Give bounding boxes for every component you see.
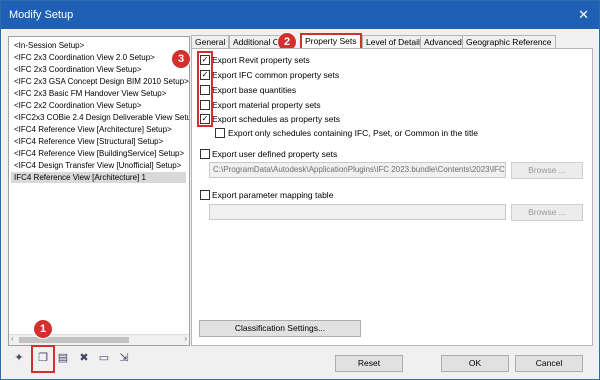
export-revit-checkbox[interactable]: ✓ bbox=[200, 55, 210, 65]
window-title: Modify Setup bbox=[9, 9, 74, 21]
setup-item[interactable]: <In-Session Setup> bbox=[11, 40, 84, 51]
setup-item[interactable]: <IFC4 Reference View [Architecture] Setu… bbox=[11, 124, 172, 135]
export-ifc-common-checkbox[interactable]: ✓ bbox=[200, 70, 210, 80]
setup-item[interactable]: <IFC4 Reference View [Structural] Setup> bbox=[11, 136, 163, 147]
export-mapping-label: Export parameter mapping table bbox=[212, 190, 334, 200]
setup-item[interactable]: <IFC4 Design Transfer View [Unofficial] … bbox=[11, 160, 181, 171]
user-defined-path-field[interactable]: C:\ProgramData\Autodesk\ApplicationPlugi… bbox=[209, 162, 506, 178]
setup-item[interactable]: <IFC 2x3 GSA Concept Design BIM 2010 Set… bbox=[11, 76, 189, 87]
export-base-quantities-checkbox[interactable] bbox=[200, 85, 210, 95]
setup-list[interactable]: <In-Session Setup> <IFC 2x3 Coordination… bbox=[8, 36, 190, 346]
tab-general[interactable]: General bbox=[191, 35, 230, 49]
cancel-button[interactable]: Cancel bbox=[515, 355, 583, 372]
rename-setup-icon[interactable]: ▤ bbox=[57, 352, 69, 364]
duplicate-setup-icon[interactable]: ❐ bbox=[37, 352, 49, 364]
export-material-checkbox[interactable] bbox=[200, 100, 210, 110]
setup-item[interactable]: <IFC 2x3 Coordination View Setup> bbox=[11, 64, 141, 75]
setup-item[interactable]: <IFC 2x3 Coordination View 2.0 Setup> bbox=[11, 52, 155, 63]
mapping-path-field[interactable] bbox=[209, 204, 506, 220]
tab-level-of-detail[interactable]: Level of Detail bbox=[362, 35, 424, 49]
export-revit-label: Export Revit property sets bbox=[212, 55, 310, 65]
export-schedules-checkbox[interactable]: ✓ bbox=[200, 114, 210, 124]
export-base-quantities-label: Export base quantities bbox=[212, 85, 297, 95]
export-schedules-label: Export schedules as property sets bbox=[212, 114, 341, 124]
scrollbar-thumb[interactable] bbox=[19, 337, 129, 343]
new-setup-icon[interactable]: ✦ bbox=[13, 352, 25, 364]
ok-button[interactable]: OK bbox=[441, 355, 509, 372]
setup-item[interactable]: <IFC2x3 COBie 2.4 Design Deliverable Vie… bbox=[11, 112, 189, 123]
export-only-schedules-label: Export only schedules containing IFC, Ps… bbox=[228, 128, 478, 138]
tab-advanced[interactable]: Advanced bbox=[420, 35, 466, 49]
export-ifc-common-label: Export IFC common property sets bbox=[212, 70, 340, 80]
export-user-defined-label: Export user defined property sets bbox=[212, 149, 338, 159]
export-user-defined-checkbox[interactable] bbox=[200, 149, 210, 159]
setup-item[interactable]: <IFC4 Reference View [BuildingService] S… bbox=[11, 148, 184, 159]
tab-geographic-reference[interactable]: Geographic Reference bbox=[462, 35, 556, 49]
tab-additional-content[interactable]: Additional C bbox=[229, 35, 283, 49]
setup-item[interactable]: <IFC 2x2 Coordination View Setup> bbox=[11, 100, 141, 111]
export-material-label: Export material property sets bbox=[212, 100, 321, 110]
title-bar: Modify Setup ✕ bbox=[1, 1, 599, 29]
reset-button[interactable]: Reset bbox=[335, 355, 403, 372]
delete-setup-icon[interactable]: ✖ bbox=[78, 352, 90, 364]
browse-user-defined-button[interactable]: Browse ... bbox=[511, 162, 583, 179]
export-mapping-checkbox[interactable] bbox=[200, 190, 210, 200]
scroll-left-icon[interactable]: ‹ bbox=[11, 334, 14, 343]
scroll-right-icon[interactable]: › bbox=[184, 334, 187, 343]
modify-setup-window: Modify Setup ✕ <In-Session Setup> <IFC 2… bbox=[0, 0, 600, 380]
export-only-schedules-checkbox[interactable] bbox=[215, 128, 225, 138]
annotation-badge-1: 1 bbox=[33, 319, 53, 339]
close-icon[interactable]: ✕ bbox=[578, 7, 589, 23]
export-setup-icon[interactable]: ⇲ bbox=[118, 352, 130, 364]
setup-item-selected[interactable]: IFC4 Reference View [Architecture] 1 bbox=[11, 172, 186, 183]
browse-mapping-button[interactable]: Browse ... bbox=[511, 204, 583, 221]
annotation-badge-3: 3 bbox=[171, 49, 191, 69]
classification-settings-button[interactable]: Classification Settings... bbox=[199, 320, 361, 337]
setup-item[interactable]: <IFC 2x3 Basic FM Handover View Setup> bbox=[11, 88, 166, 99]
import-setup-icon[interactable]: ▭ bbox=[98, 352, 110, 364]
